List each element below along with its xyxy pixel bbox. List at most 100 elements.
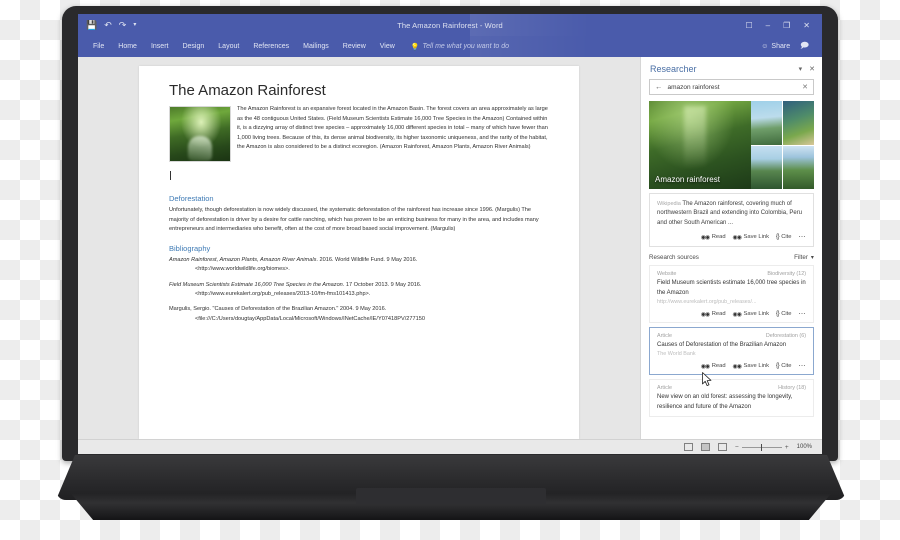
source-card-history[interactable]: Article History (18) New view on an old … bbox=[649, 379, 814, 417]
read-label: Read bbox=[711, 234, 726, 241]
hero-label: Amazon rainforest bbox=[655, 175, 720, 184]
source-type: Article bbox=[657, 333, 672, 339]
tab-mailings[interactable]: Mailings bbox=[296, 41, 336, 52]
save-link-action[interactable]: ◉◉ Save Link bbox=[733, 363, 769, 370]
source-card-biodiversity[interactable]: Website Biodiversity (12) Field Museum s… bbox=[649, 265, 814, 323]
hero-image-collage[interactable]: Amazon rainforest bbox=[649, 101, 814, 189]
share-button[interactable]: ☺ Share bbox=[761, 43, 790, 50]
hero-thumbnail[interactable] bbox=[783, 101, 814, 145]
page-title: The Amazon Rainforest bbox=[169, 82, 326, 99]
back-arrow-icon[interactable]: ← bbox=[655, 83, 663, 91]
bibliography-entry-rest: Margulis, Sergio. "Causes of Deforestati… bbox=[169, 306, 387, 313]
search-value: amazon rainforest bbox=[667, 83, 720, 91]
hero-main-image[interactable]: Amazon rainforest bbox=[649, 101, 752, 189]
comment-icon[interactable]: 🗩 bbox=[800, 40, 809, 54]
source-card-deforestation[interactable]: Article Deforestation (6) Causes of Defo… bbox=[649, 327, 814, 386]
bibliography-heading: Bibliography bbox=[169, 243, 211, 253]
minimize-icon[interactable]: – bbox=[766, 21, 770, 30]
zoom-slider[interactable]: − + bbox=[735, 443, 789, 451]
ribbon-right-actions: ☺ Share 🗩 bbox=[761, 40, 822, 54]
read-mode-icon[interactable] bbox=[684, 443, 694, 451]
zoom-thumb[interactable] bbox=[760, 443, 763, 451]
filter-dropdown[interactable]: Filter ▾ bbox=[794, 254, 814, 261]
cite-label: Cite bbox=[781, 363, 792, 370]
hero-thumbnail[interactable] bbox=[783, 145, 814, 189]
search-input[interactable]: ← amazon rainforest ✕ bbox=[649, 79, 814, 95]
link-icon: ◉◉ bbox=[732, 234, 743, 241]
tab-review[interactable]: Review bbox=[336, 41, 373, 52]
share-label: Share bbox=[771, 43, 791, 50]
researcher-title: Researcher bbox=[650, 64, 697, 74]
more-options-icon[interactable]: ⋯ bbox=[799, 310, 807, 318]
bibliography-entry-url[interactable]: <http://www.worldwildlife.org/biomes>. bbox=[169, 265, 551, 274]
ribbon-tabs: File Home Insert Design Layout Reference… bbox=[78, 41, 402, 52]
document-scroll-area[interactable]: The Amazon Rainforest The Amazon Rainfor… bbox=[78, 57, 640, 439]
more-options-icon[interactable]: ⋯ bbox=[799, 233, 807, 241]
zoom-track[interactable] bbox=[741, 443, 782, 451]
save-link-action[interactable]: ◉◉ Save Link bbox=[733, 311, 769, 318]
bibliography-entry: Amazon Rainforest, Amazon Plants, Amazon… bbox=[169, 256, 551, 275]
deforestation-paragraph: Unfortunately, though deforestation is n… bbox=[169, 207, 539, 233]
ribbon-display-options-icon[interactable]: ☐ bbox=[746, 21, 753, 30]
tab-home[interactable]: Home bbox=[111, 41, 144, 52]
print-layout-icon[interactable] bbox=[701, 443, 711, 451]
researcher-pane-header: Researcher ▾ ✕ bbox=[641, 57, 822, 79]
work-area: The Amazon Rainforest The Amazon Rainfor… bbox=[78, 57, 822, 439]
read-action[interactable]: ◉◉ Read bbox=[701, 363, 726, 370]
bibliography-entry-title: Amazon Rainforest, Amazon Plants, Amazon… bbox=[169, 256, 317, 263]
source-type: Website bbox=[657, 271, 677, 278]
researcher-header-controls: ▾ ✕ bbox=[799, 65, 815, 73]
wikipedia-source-label: Wikipedia bbox=[657, 201, 681, 207]
hero-thumbnail[interactable] bbox=[751, 101, 782, 145]
read-icon: ◉◉ bbox=[700, 311, 711, 318]
bibliography-entry-url[interactable]: <file:///C:/Users/dougtay/AppData/Local/… bbox=[169, 315, 551, 324]
wikipedia-snippet-block: Wikipedia The Amazon rainforest, coverin… bbox=[657, 200, 806, 228]
web-layout-icon[interactable] bbox=[718, 443, 728, 451]
lightbulb-icon: 💡 bbox=[410, 43, 420, 51]
intro-paragraph-block: The Amazon Rainforest is an expansive fo… bbox=[169, 105, 551, 162]
read-action[interactable]: ◉◉ Read bbox=[701, 234, 726, 241]
chevron-down-icon: ▾ bbox=[810, 254, 814, 262]
cite-action[interactable]: { } Cite bbox=[776, 363, 792, 369]
tab-references[interactable]: References bbox=[246, 41, 296, 52]
wikipedia-result-card[interactable]: Wikipedia The Amazon rainforest, coverin… bbox=[649, 193, 814, 248]
deforestation-heading: Deforestation bbox=[169, 194, 214, 203]
rainforest-inline-image[interactable] bbox=[169, 106, 231, 162]
tab-design[interactable]: Design bbox=[175, 41, 211, 52]
save-link-action[interactable]: ◉◉ Save Link bbox=[733, 234, 769, 241]
tab-layout[interactable]: Layout bbox=[211, 41, 246, 52]
close-icon[interactable]: ✕ bbox=[803, 21, 810, 30]
close-icon[interactable]: ✕ bbox=[809, 65, 815, 73]
zoom-out-button[interactable]: − bbox=[735, 444, 739, 451]
document-page[interactable]: The Amazon Rainforest The Amazon Rainfor… bbox=[139, 66, 579, 439]
title-bar: 💾 ↶ ↷ ▾ The Amazon Rainforest - Word ☐ –… bbox=[78, 14, 822, 36]
more-options-icon[interactable]: ⋯ bbox=[799, 362, 807, 370]
restore-icon[interactable]: ❐ bbox=[783, 21, 790, 30]
trackpad[interactable] bbox=[356, 488, 546, 504]
hero-thumbnail[interactable] bbox=[751, 145, 782, 189]
tab-view[interactable]: View bbox=[373, 41, 402, 52]
researcher-search-row: ← amazon rainforest ✕ bbox=[641, 79, 822, 101]
source-tag: Deforestation (6) bbox=[765, 333, 806, 339]
bibliography-entry-rest: . 2016. World Wildlife Fund. 9 May 2016. bbox=[316, 256, 418, 263]
zoom-in-button[interactable]: + bbox=[785, 444, 789, 451]
researcher-results-scroll[interactable]: Amazon rainforest Wikipedia The Amazon r… bbox=[641, 101, 822, 439]
bibliography-entry-rest: . 17 October 2013. 9 May 2016. bbox=[342, 281, 422, 288]
cite-action[interactable]: { } Cite bbox=[776, 311, 792, 317]
link-icon: ◉◉ bbox=[732, 311, 743, 318]
laptop-screen: 💾 ↶ ↷ ▾ The Amazon Rainforest - Word ☐ –… bbox=[78, 14, 822, 454]
source-meta: http://www.eurekalert.org/pub_releases/.… bbox=[657, 299, 757, 305]
tell-me-search[interactable]: 💡 Tell me what you want to do bbox=[411, 43, 509, 51]
read-action[interactable]: ◉◉ Read bbox=[701, 311, 726, 318]
research-sources-header: Research sources Filter ▾ bbox=[649, 254, 814, 261]
research-sources-title: Research sources bbox=[649, 254, 699, 262]
tab-file[interactable]: File bbox=[86, 41, 111, 52]
cite-action[interactable]: { } Cite bbox=[776, 234, 792, 240]
zoom-level[interactable]: 100% bbox=[797, 444, 812, 450]
source-card-actions: ◉◉ Read ◉◉ Save Link { } Cite ⋯ bbox=[657, 362, 806, 370]
chevron-down-icon[interactable]: ▾ bbox=[799, 65, 803, 73]
bibliography-entry-url[interactable]: <http://www.eurekalert.org/pub_releases/… bbox=[169, 290, 551, 299]
window-title: The Amazon Rainforest - Word bbox=[397, 20, 503, 30]
clear-icon[interactable]: ✕ bbox=[802, 83, 808, 91]
tab-insert[interactable]: Insert bbox=[144, 41, 176, 52]
